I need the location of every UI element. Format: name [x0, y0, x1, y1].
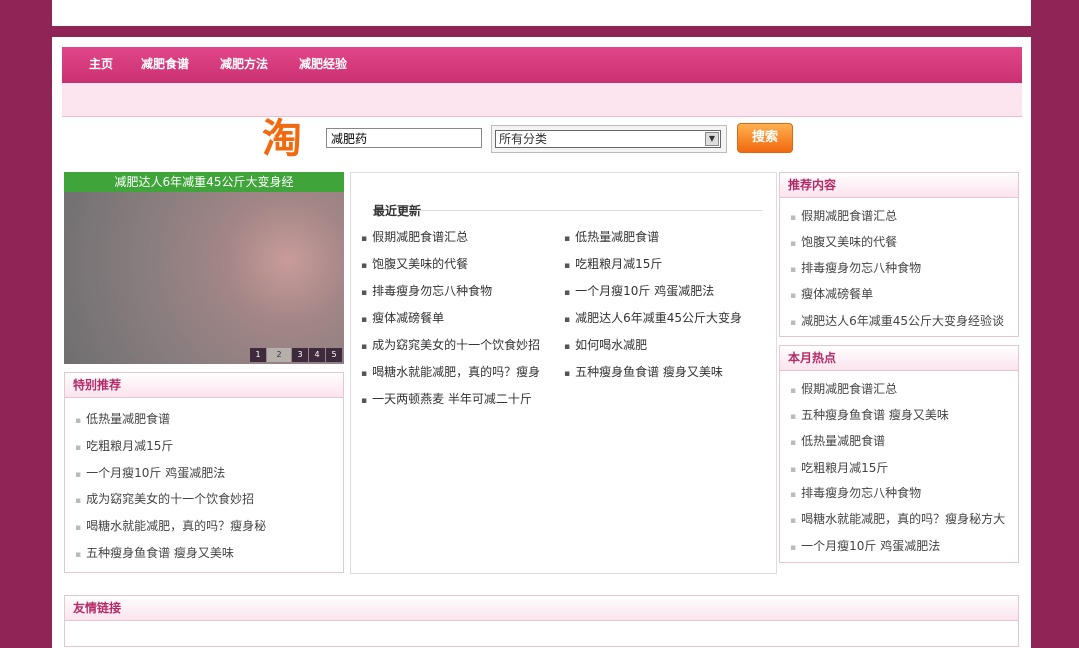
- slideshow[interactable]: 减肥达人6年减重45公斤大变身经 12345: [64, 172, 344, 364]
- list-item[interactable]: 成为窈窕美女的十一个饮食妙招: [75, 490, 254, 507]
- recommend-title: 推荐内容: [780, 173, 1018, 198]
- slide-page-4[interactable]: 4: [309, 348, 325, 362]
- search-input[interactable]: [326, 128, 482, 148]
- category-select[interactable]: 所有分类 ▼: [495, 130, 721, 148]
- list-item[interactable]: 成为窈窕美女的十一个饮食妙招: [361, 336, 540, 353]
- list-item[interactable]: 饱腹又美味的代餐: [790, 233, 897, 250]
- list-item[interactable]: 喝糖水就能减肥，真的吗？瘦身: [361, 363, 540, 380]
- main-nav: 主页 减肥食谱 减肥方法 减肥经验: [62, 47, 1022, 83]
- list-item[interactable]: 排毒瘦身勿忘八种食物: [790, 259, 921, 276]
- category-select-value: 所有分类: [499, 132, 548, 146]
- special-recommend-box: 特别推荐 低热量减肥食谱 吃粗粮月减15斤 一个月瘦10斤 鸡蛋减肥法 成为窈窕…: [64, 372, 344, 573]
- taobao-logo-icon: 淘: [262, 115, 302, 162]
- slide-caption[interactable]: 减肥达人6年减重45公斤大变身经: [64, 172, 344, 192]
- list-item[interactable]: 排毒瘦身勿忘八种食物: [790, 484, 921, 501]
- list-item[interactable]: 饱腹又美味的代餐: [361, 255, 468, 272]
- nav-home[interactable]: 主页: [89, 47, 113, 81]
- list-item[interactable]: 减肥达人6年减重45公斤大变身: [564, 309, 742, 326]
- friend-links-box: 友情链接: [64, 595, 1019, 647]
- category-select-wrap: 所有分类 ▼: [491, 125, 727, 153]
- nav-diet-experience[interactable]: 减肥经验: [299, 47, 347, 81]
- list-item[interactable]: 吃粗粮月减15斤: [564, 255, 662, 272]
- list-item[interactable]: 瘦体减磅餐单: [790, 285, 873, 302]
- nav-diet-methods[interactable]: 减肥方法: [220, 47, 268, 81]
- list-item[interactable]: 假期减肥食谱汇总: [361, 228, 468, 245]
- list-item[interactable]: 减肥达人6年减重45公斤大变身经验谈: [790, 312, 1004, 329]
- nav-diet-recipes[interactable]: 减肥食谱: [141, 47, 189, 81]
- list-item[interactable]: 一个月瘦10斤 鸡蛋减肥法: [75, 464, 225, 481]
- list-item[interactable]: 瘦体减磅餐单: [361, 309, 444, 326]
- list-item[interactable]: 吃粗粮月减15斤: [75, 437, 173, 454]
- slide-page-5[interactable]: 5: [326, 348, 342, 362]
- list-item[interactable]: 一天两顿燕麦 半年可减二十斤: [361, 390, 532, 407]
- list-item[interactable]: 低热量减肥食谱: [564, 228, 659, 245]
- list-item[interactable]: 一个月瘦10斤 鸡蛋减肥法: [564, 282, 714, 299]
- list-item[interactable]: 五种瘦身鱼食谱 瘦身又美味: [790, 406, 949, 423]
- list-item[interactable]: 低热量减肥食谱: [75, 410, 170, 427]
- recent-updates-panel: 最近更新 假期减肥食谱汇总 饱腹又美味的代餐 排毒瘦身勿忘八种食物 瘦体减磅餐单…: [350, 172, 777, 574]
- list-item[interactable]: 喝糖水就能减肥，真的吗？瘦身秘方大: [790, 510, 1005, 527]
- slide-page-3[interactable]: 3: [292, 348, 308, 362]
- slide-page-2[interactable]: 2: [267, 348, 291, 362]
- recommend-box: 推荐内容 假期减肥食谱汇总 饱腹又美味的代餐 排毒瘦身勿忘八种食物 瘦体减磅餐单…: [779, 172, 1019, 337]
- top-white-strip: [52, 0, 1031, 26]
- list-item[interactable]: 如何喝水减肥: [564, 336, 647, 353]
- divider: [411, 210, 763, 211]
- list-item[interactable]: 吃粗粮月减15斤: [790, 459, 888, 476]
- list-item[interactable]: 一个月瘦10斤 鸡蛋减肥法: [790, 537, 940, 554]
- slide-image[interactable]: [64, 192, 344, 364]
- list-item[interactable]: 五种瘦身鱼食谱 瘦身又美味: [564, 363, 723, 380]
- search-button[interactable]: 搜索: [737, 123, 793, 153]
- chevron-down-icon[interactable]: ▼: [705, 132, 719, 146]
- slide-pager: 12345: [249, 346, 342, 362]
- monthly-hot-box: 本月热点 假期减肥食谱汇总 五种瘦身鱼食谱 瘦身又美味 低热量减肥食谱 吃粗粮月…: [779, 345, 1019, 563]
- list-item[interactable]: 排毒瘦身勿忘八种食物: [361, 282, 492, 299]
- list-item[interactable]: 假期减肥食谱汇总: [790, 207, 897, 224]
- monthly-hot-title: 本月热点: [780, 346, 1018, 371]
- page-container: 主页 减肥食谱 减肥方法 减肥经验 淘 所有分类 ▼ 搜索 减肥达人6年减重45…: [52, 37, 1031, 648]
- friend-links-title: 友情链接: [65, 596, 1018, 621]
- special-recommend-title: 特别推荐: [65, 373, 343, 398]
- list-item[interactable]: 假期减肥食谱汇总: [790, 380, 897, 397]
- list-item[interactable]: 低热量减肥食谱: [790, 432, 885, 449]
- search-bar: 淘 所有分类 ▼ 搜索: [262, 117, 822, 161]
- sub-bar: [62, 83, 1022, 117]
- list-item[interactable]: 喝糖水就能减肥，真的吗？瘦身秘: [75, 517, 266, 534]
- list-item[interactable]: 五种瘦身鱼食谱 瘦身又美味: [75, 544, 234, 561]
- slide-page-1[interactable]: 1: [250, 348, 266, 362]
